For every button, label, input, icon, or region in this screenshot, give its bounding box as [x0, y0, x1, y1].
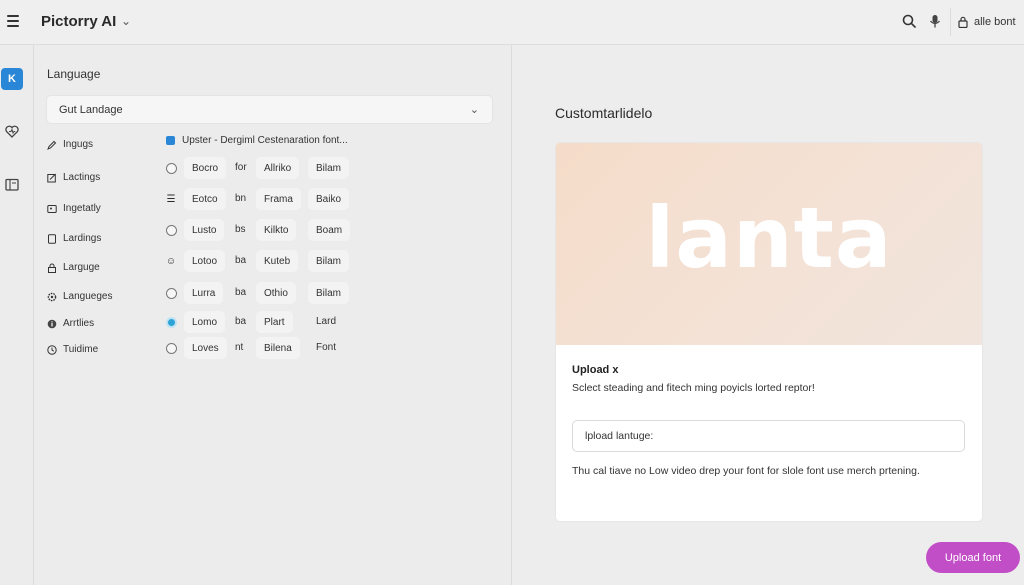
option-text: Font [316, 342, 337, 353]
option-chip[interactable]: Lurra [184, 282, 224, 304]
lock-icon [958, 16, 968, 28]
option-chip[interactable]: Allriko [256, 157, 300, 179]
option-chip[interactable]: Bocro [184, 157, 227, 179]
option-text: nt [235, 342, 244, 353]
side-item[interactable]: Ingugs [47, 139, 93, 150]
lock-icon [48, 263, 56, 273]
radio-button[interactable] [162, 159, 180, 177]
preview-word: lanta [645, 189, 893, 287]
option-chip[interactable]: Plart [256, 311, 293, 333]
language-panel: Language Gut Landage ⌄ Ingugs Lactings I… [34, 45, 512, 585]
radio-button-checked[interactable] [162, 313, 180, 331]
radio-button[interactable] [162, 339, 180, 357]
option-chip[interactable]: Boam [308, 219, 351, 241]
radio-button[interactable] [162, 221, 180, 239]
side-item[interactable]: Lactings [47, 172, 100, 183]
option-chip[interactable]: Bilam [308, 282, 350, 304]
divider [950, 8, 951, 36]
side-item-label: Tuidime [63, 344, 99, 355]
option-text: for [235, 162, 247, 173]
options-header[interactable]: Upster - Dergiml Cestenaration font... [166, 135, 348, 146]
list-icon[interactable]: ☰ [162, 190, 180, 208]
page-icon [48, 233, 56, 244]
image-icon [47, 204, 57, 213]
option-chip[interactable]: Eotco [184, 188, 226, 210]
option-chip[interactable]: Lotoo [184, 250, 226, 272]
section-label: Language [47, 67, 101, 81]
left-rail: K [0, 45, 34, 585]
account-label: alle bont [974, 16, 1016, 28]
option-chip[interactable]: Kuteb [256, 250, 299, 272]
side-item[interactable]: Arrtlies [47, 318, 94, 329]
info-icon [47, 319, 57, 328]
preview-title: Customtarlidelo [555, 105, 653, 121]
top-bar: Pictorry AI ⌄ alle bont [0, 0, 1024, 45]
upload-language-input[interactable] [572, 420, 965, 452]
option-chip[interactable]: Lusto [184, 219, 225, 241]
side-item[interactable]: Ingetatly [47, 203, 101, 214]
option-chip[interactable]: Lomo [184, 311, 226, 333]
edit-box-icon [47, 173, 56, 182]
chevron-down-icon[interactable]: ⌄ [121, 14, 131, 28]
option-chip[interactable]: Bilam [308, 157, 350, 179]
option-text: bn [235, 193, 247, 204]
account-button[interactable]: alle bont [958, 12, 1016, 32]
language-select[interactable]: Gut Landage ⌄ [46, 95, 493, 124]
side-item[interactable]: Larguge [47, 262, 100, 273]
option-text: bs [235, 224, 246, 235]
heart-icon[interactable] [5, 125, 19, 138]
options-header-label: Upster - Dergiml Cestenaration font... [182, 135, 348, 146]
side-item[interactable]: Lardings [47, 233, 101, 244]
checkbox-checked-icon[interactable] [166, 136, 175, 145]
card-note: Thu cal tiave no Low video drep your fon… [572, 465, 920, 477]
clock-icon [47, 344, 57, 355]
side-item-label: Ingetatly [63, 203, 101, 214]
option-chip[interactable]: Bilam [308, 250, 350, 272]
face-icon[interactable]: ☺ [162, 252, 180, 270]
preview-card: lanta Upload x Sclect steading and fitec… [556, 143, 982, 521]
side-item-label: Langueges [63, 291, 113, 302]
rail-item-active[interactable]: K [1, 68, 23, 90]
option-text: ba [235, 255, 247, 266]
side-item-label: Larguge [63, 262, 100, 273]
language-select-value: Gut Landage [59, 103, 123, 116]
app-title: Pictorry AI [41, 13, 117, 30]
option-chip[interactable]: Baiko [308, 188, 350, 210]
side-item-label: Lardings [63, 233, 102, 244]
upload-font-button[interactable]: Upload font [926, 542, 1020, 573]
menu-icon[interactable] [7, 15, 19, 27]
side-item-label: Lactings [63, 172, 101, 183]
chevron-down-icon: ⌄ [469, 104, 479, 116]
option-chip[interactable]: Othio [256, 282, 296, 304]
side-item[interactable]: Tuidime [47, 344, 98, 355]
option-text: ba [235, 287, 247, 298]
pencil-icon [47, 140, 57, 150]
side-item[interactable]: Langueges [47, 291, 113, 302]
option-chip[interactable]: Bilena [256, 337, 300, 359]
microphone-icon[interactable] [929, 14, 941, 29]
option-chip[interactable]: Kilkto [256, 219, 297, 241]
font-preview: lanta [556, 143, 982, 345]
option-text: ba [235, 316, 247, 327]
radio-button[interactable] [162, 284, 180, 302]
side-item-label: Arrtlies [63, 318, 95, 329]
side-item-label: Ingugs [63, 139, 94, 150]
option-chip[interactable]: Loves [184, 337, 227, 359]
option-chip[interactable]: Frama [256, 188, 301, 210]
book-icon[interactable] [5, 178, 19, 191]
search-icon[interactable] [902, 14, 916, 28]
card-heading: Upload x [572, 364, 619, 376]
settings-icon [47, 292, 57, 301]
card-description: Sclect steading and fitech ming poyicls … [572, 382, 815, 394]
option-text: Lard [316, 316, 337, 327]
